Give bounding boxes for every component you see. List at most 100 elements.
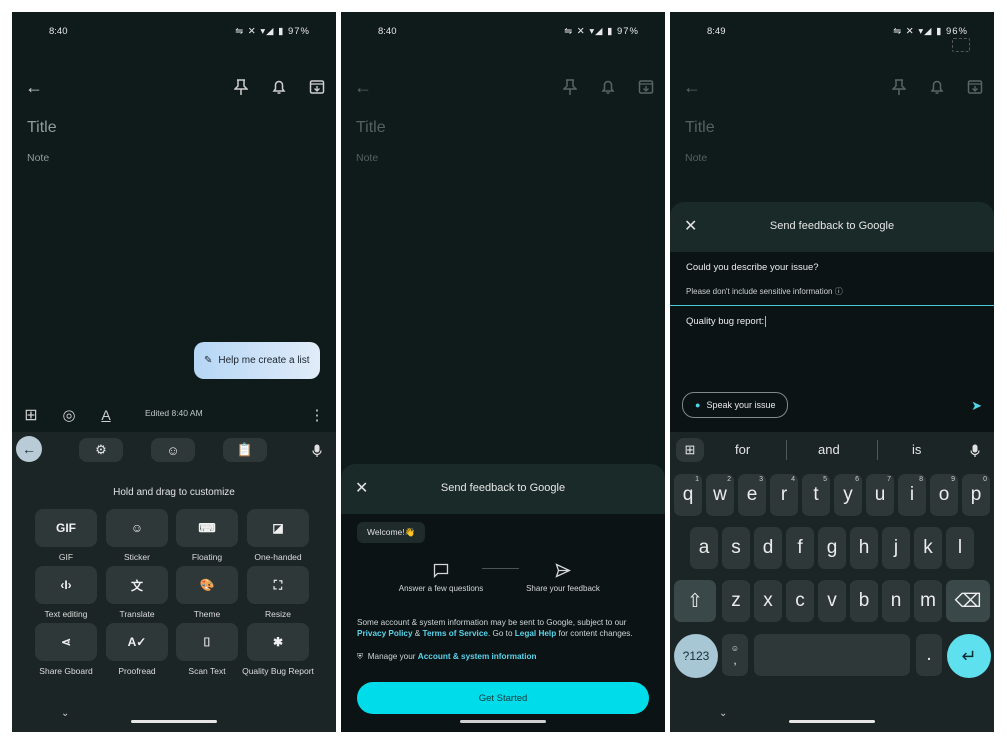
comma-key[interactable]: ☺,: [722, 634, 748, 676]
emoji-icon: ☺: [730, 643, 740, 653]
key-c[interactable]: c: [786, 580, 814, 622]
terms-of-service-link[interactable]: Terms of Service: [423, 629, 488, 638]
back-arrow-icon[interactable]: ←: [16, 436, 42, 462]
suggestion-for[interactable]: for: [735, 442, 750, 457]
key-p[interactable]: p0: [962, 474, 990, 516]
issue-description-input[interactable]: Quality bug report:: [686, 316, 767, 327]
get-started-button[interactable]: Get Started: [357, 682, 649, 714]
note-body-field[interactable]: Note: [356, 152, 378, 164]
emoji-icon[interactable]: ☺: [151, 438, 195, 462]
key-z[interactable]: z: [722, 580, 750, 622]
clipboard-icon[interactable]: 📋: [223, 438, 267, 462]
key-u[interactable]: u7: [866, 474, 894, 516]
tool-tile-floating[interactable]: ⌨: [176, 509, 238, 547]
key-y[interactable]: y6: [834, 474, 862, 516]
archive-icon[interactable]: [633, 74, 659, 100]
key-i[interactable]: i8: [898, 474, 926, 516]
key-s[interactable]: s: [722, 527, 750, 569]
key-n[interactable]: n: [882, 580, 910, 622]
tool-tile-one-handed[interactable]: ◪: [247, 509, 309, 547]
key-w[interactable]: w2: [706, 474, 734, 516]
gboard-toolbar: ← ⚙ ☺ 📋: [12, 436, 336, 466]
key-l[interactable]: l: [946, 527, 974, 569]
archive-icon[interactable]: [962, 74, 988, 100]
phone-screen-feedback-describe: 8:49 ⇋ ✕ ▾◢ ▮ 96% ← Title Note ✕ Send fe…: [670, 12, 994, 732]
key-a[interactable]: a: [690, 527, 718, 569]
key-b[interactable]: b: [850, 580, 878, 622]
send-icon[interactable]: ➤: [971, 398, 982, 414]
tool-tile-scan-text[interactable]: ⌷: [176, 623, 238, 661]
tool-tile-resize[interactable]: ⛶: [247, 566, 309, 604]
gesture-nav-bar[interactable]: [460, 720, 546, 723]
back-arrow-icon[interactable]: ←: [21, 74, 47, 100]
help-me-create-list-button[interactable]: ✎ Help me create a list: [194, 342, 320, 379]
key-f[interactable]: f: [786, 527, 814, 569]
status-time: 8:40: [378, 26, 397, 37]
send-icon: [550, 557, 576, 583]
reminder-bell-icon[interactable]: [924, 74, 950, 100]
key-v[interactable]: v: [818, 580, 846, 622]
tool-tile-quality-bug-report[interactable]: ✱: [247, 623, 309, 661]
help-circle-icon[interactable]: ⓘ: [835, 287, 843, 296]
legal-help-link[interactable]: Legal Help: [515, 629, 556, 638]
back-arrow-icon[interactable]: ←: [679, 74, 705, 100]
key-d[interactable]: d: [754, 527, 782, 569]
tool-tile-translate[interactable]: 文: [106, 566, 168, 604]
note-body-field[interactable]: Note: [27, 152, 49, 164]
key-h[interactable]: h: [850, 527, 878, 569]
key-m[interactable]: m: [914, 580, 942, 622]
enter-key[interactable]: ↵: [947, 634, 991, 678]
note-title-field[interactable]: Title: [356, 119, 386, 137]
reminder-bell-icon[interactable]: [266, 74, 292, 100]
period-key[interactable]: .: [916, 634, 942, 676]
key-t[interactable]: t5: [802, 474, 830, 516]
privacy-policy-link[interactable]: Privacy Policy: [357, 629, 413, 638]
key-label: d: [762, 537, 774, 558]
tool-tile-sticker[interactable]: ☺: [106, 509, 168, 547]
note-title-field[interactable]: Title: [685, 119, 715, 137]
tool-tile-text-editing[interactable]: ‹I›: [35, 566, 97, 604]
tool-tile-share-gboard[interactable]: ⋖: [35, 623, 97, 661]
pin-icon[interactable]: [228, 74, 254, 100]
microphone-icon[interactable]: [304, 438, 330, 464]
shift-key[interactable]: ⇧: [674, 580, 716, 622]
key-e[interactable]: e3: [738, 474, 766, 516]
speak-your-issue-button[interactable]: ● Speak your issue: [682, 392, 789, 418]
apps-grid-icon[interactable]: ⊞: [676, 438, 704, 462]
expand-icon[interactable]: [952, 38, 970, 52]
gesture-nav-bar[interactable]: [789, 720, 875, 723]
space-bar[interactable]: [754, 634, 910, 676]
key-g[interactable]: g: [818, 527, 846, 569]
key-r[interactable]: r4: [770, 474, 798, 516]
key-k[interactable]: k: [914, 527, 942, 569]
pin-icon[interactable]: [557, 74, 583, 100]
key-j[interactable]: j: [882, 527, 910, 569]
key-x[interactable]: x: [754, 580, 782, 622]
tool-tile-gif[interactable]: GIF: [35, 509, 97, 547]
archive-icon[interactable]: [304, 74, 330, 100]
tool-tile-label: Translate: [119, 609, 155, 619]
note-body-field[interactable]: Note: [685, 152, 707, 164]
more-options-icon[interactable]: ⋮: [304, 402, 330, 428]
pin-icon[interactable]: [886, 74, 912, 100]
tool-tile-theme[interactable]: 🎨: [176, 566, 238, 604]
suggestion-and[interactable]: and: [818, 442, 840, 457]
back-arrow-icon[interactable]: ←: [350, 74, 376, 100]
suggestion-is[interactable]: is: [912, 442, 921, 457]
palette-icon[interactable]: ◎: [56, 402, 82, 428]
key-o[interactable]: o9: [930, 474, 958, 516]
chevron-down-icon[interactable]: ⌄: [61, 708, 69, 719]
tool-tile-proofread[interactable]: A✓: [106, 623, 168, 661]
reminder-bell-icon[interactable]: [595, 74, 621, 100]
gesture-nav-bar[interactable]: [131, 720, 217, 723]
key-q[interactable]: q1: [674, 474, 702, 516]
account-system-info-link[interactable]: Account & system information: [418, 652, 537, 661]
symbols-key[interactable]: ?123: [674, 634, 718, 678]
add-box-icon[interactable]: ⊞: [18, 402, 44, 428]
note-title-field[interactable]: Title: [27, 119, 57, 137]
backspace-key[interactable]: ⌫: [946, 580, 990, 622]
chevron-down-icon[interactable]: ⌄: [719, 708, 727, 719]
settings-gear-icon[interactable]: ⚙: [79, 438, 123, 462]
microphone-icon[interactable]: [962, 438, 988, 464]
text-format-icon[interactable]: A: [93, 402, 119, 428]
